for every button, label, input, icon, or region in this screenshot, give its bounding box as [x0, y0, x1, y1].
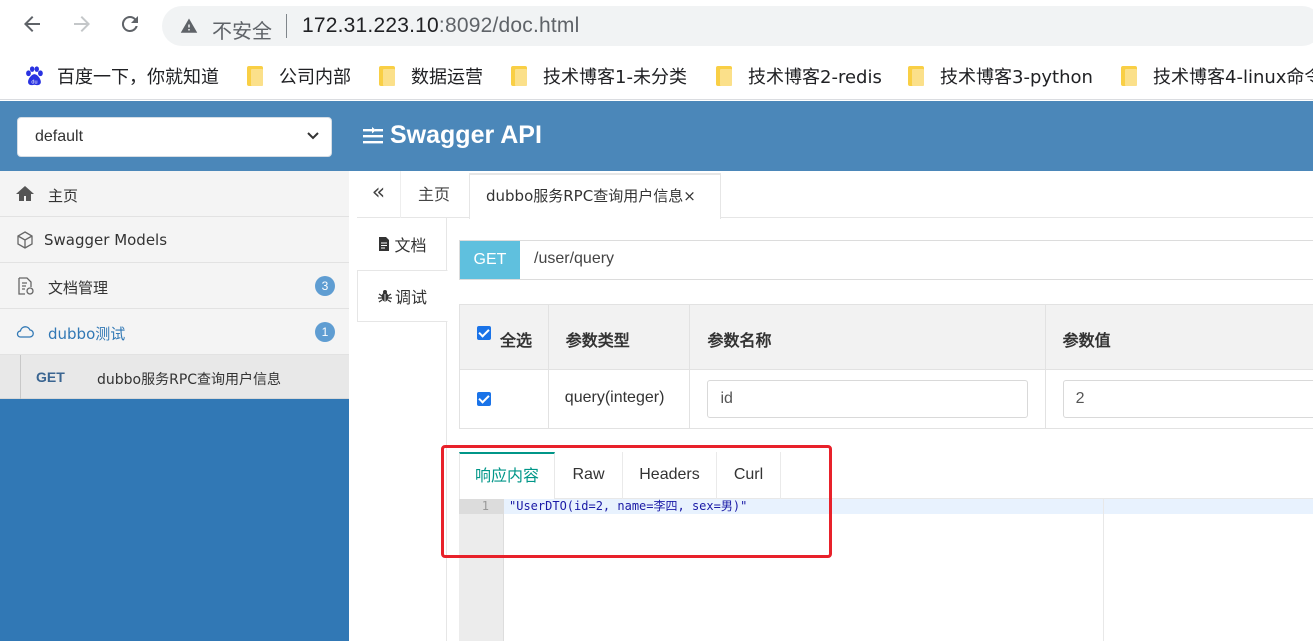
bookmark-label: 百度一下，你就知道: [57, 67, 219, 88]
count-badge: 3: [315, 276, 335, 296]
row-check-cell: [460, 370, 549, 428]
folder-icon: [379, 66, 397, 86]
group-select-value: default: [35, 128, 84, 145]
folder-icon: [908, 66, 926, 86]
sidebar-menu: 主页 Swagger Models 文档管理 3 dubbo测试 1 GET d…: [0, 171, 349, 399]
chevron-down-icon: [307, 132, 319, 140]
brand-title: Swagger API: [362, 121, 542, 150]
bookmark-folder[interactable]: 技术博客2-redis: [716, 64, 882, 88]
bookmark-folder[interactable]: 数据运营: [379, 64, 483, 88]
forward-arrow-icon[interactable]: [68, 12, 96, 40]
bookmark-label: 技术博客4-linux命令: [1153, 67, 1313, 88]
doc-debug-tabs: 文档 调试: [357, 218, 448, 641]
folder-icon: [716, 66, 734, 86]
address-bar[interactable]: 不安全 172.31.223.10:8092/doc.html: [162, 6, 1313, 46]
column-header: 参数值: [1062, 331, 1111, 350]
print-margin: [1103, 499, 1104, 641]
bookmark-label: 技术博客1-未分类: [543, 67, 687, 88]
cube-icon: [17, 231, 33, 249]
request-path-input[interactable]: /user/query: [534, 250, 614, 268]
tab-doc-label: 文档: [394, 236, 427, 255]
bookmark-folder[interactable]: 技术博客3-python: [908, 64, 1093, 88]
param-value-cell: 2: [1046, 370, 1313, 428]
folder-icon: [511, 66, 529, 86]
home-icon: [16, 186, 34, 201]
bug-icon: [377, 290, 392, 303]
table-header-row: 全选 参数类型 参数名称 参数值: [460, 305, 1313, 370]
omnibox-divider: [286, 14, 287, 38]
reload-icon[interactable]: [116, 12, 144, 40]
tab-close-icon[interactable]: ×: [683, 187, 696, 205]
sidebar-item-label: 文档管理: [48, 279, 109, 297]
params-table: 全选 参数类型 参数名称 参数值 query(integer) id 2: [459, 304, 1313, 429]
baidu-paw-icon: du: [26, 66, 43, 85]
svg-text:du: du: [31, 79, 37, 85]
select-all-cell: 全选: [460, 305, 549, 369]
file-icon: [379, 237, 390, 251]
column-header: 参数类型: [565, 331, 630, 350]
sidebar-item-home[interactable]: 主页: [0, 171, 349, 217]
row-checkbox[interactable]: [477, 392, 491, 406]
sidebar-item-label: 主页: [48, 187, 79, 205]
param-type: query(integer): [564, 389, 665, 406]
request-line: GET /user/query: [459, 240, 1313, 280]
back-arrow-icon[interactable]: [18, 12, 46, 40]
sidebar-item-label: Swagger Models: [44, 231, 168, 249]
header-cell: 参数值: [1046, 305, 1313, 369]
param-type-cell: query(integer): [549, 370, 691, 428]
main-content: « 主页 dubbo服务RPC查询用户信息× 文档 调试 GET /user/q…: [349, 171, 1313, 641]
bookmark-baidu[interactable]: du 百度一下，你就知道: [23, 64, 219, 88]
bookmark-folder[interactable]: 技术博客1-未分类: [511, 64, 687, 88]
table-row: query(integer) id 2: [460, 370, 1313, 428]
folder-icon: [1121, 66, 1139, 86]
doc-settings-icon: [18, 277, 34, 295]
collapse-tabs-button[interactable]: «: [357, 171, 401, 218]
sidebar-item-doc-manage[interactable]: 文档管理 3: [0, 263, 349, 309]
header-cell: 参数名称: [690, 305, 1046, 369]
tab-debug-label: 调试: [394, 288, 427, 307]
tab-home[interactable]: 主页: [401, 171, 467, 218]
group-select[interactable]: default: [17, 117, 332, 157]
count-badge: 1: [315, 322, 335, 342]
sidebar-api-item[interactable]: GET dubbo服务RPC查询用户信息: [0, 355, 349, 399]
tab-debug[interactable]: 调试: [357, 270, 448, 322]
annotation-highlight-box: [441, 445, 832, 558]
select-all-checkbox[interactable]: [477, 326, 491, 340]
brand-text: Swagger API: [390, 121, 542, 149]
bookmark-label: 数据运营: [411, 67, 483, 88]
bookmark-label: 技术博客2-redis: [748, 67, 882, 88]
tab-doc[interactable]: 文档: [357, 218, 447, 270]
app-header: default Swagger API: [0, 101, 1313, 171]
bookmark-folder[interactable]: 技术博客4-linux命令: [1121, 64, 1313, 88]
menu-toggle-icon[interactable]: [362, 125, 384, 147]
api-name-label: dubbo服务RPC查询用户信息: [97, 372, 282, 388]
insecure-label: 不安全: [212, 19, 272, 43]
bookmark-folder[interactable]: 公司内部: [247, 64, 351, 88]
header-cell: 参数类型: [549, 305, 691, 369]
url-path: :8092/doc.html: [438, 14, 580, 37]
url-text: 172.31.223.10:8092/doc.html: [302, 14, 579, 38]
cloud-icon: [16, 326, 34, 338]
column-header: 参数名称: [707, 331, 772, 350]
http-method-label: GET: [36, 369, 65, 385]
param-name-input[interactable]: id: [707, 380, 1029, 418]
warning-icon: [180, 18, 198, 33]
browser-toolbar: 不安全 172.31.223.10:8092/doc.html: [0, 0, 1313, 52]
sidebar: 主页 Swagger Models 文档管理 3 dubbo测试 1 GET d…: [0, 171, 349, 641]
folder-icon: [247, 66, 265, 86]
bookmarks-bar: du 百度一下，你就知道 公司内部 数据运营 技术博客1-未分类 技术博客2-r…: [0, 52, 1313, 100]
param-name-cell: id: [690, 370, 1046, 428]
tab-label: dubbo服务RPC查询用户信息: [486, 187, 684, 205]
request-method-badge: GET: [460, 241, 520, 279]
url-host: 172.31.223.10: [302, 14, 439, 37]
sidebar-item-label: dubbo测试: [48, 325, 126, 343]
column-header: 全选: [500, 331, 533, 350]
sidebar-item-swagger-models[interactable]: Swagger Models: [0, 217, 349, 263]
page-tabs: « 主页 dubbo服务RPC查询用户信息×: [357, 171, 1313, 219]
param-value-input[interactable]: 2: [1062, 380, 1313, 418]
bookmark-label: 技术博客3-python: [940, 67, 1093, 88]
tab-api-detail[interactable]: dubbo服务RPC查询用户信息×: [469, 173, 721, 219]
sidebar-item-dubbo[interactable]: dubbo测试 1: [0, 309, 349, 355]
bookmark-label: 公司内部: [279, 67, 351, 88]
